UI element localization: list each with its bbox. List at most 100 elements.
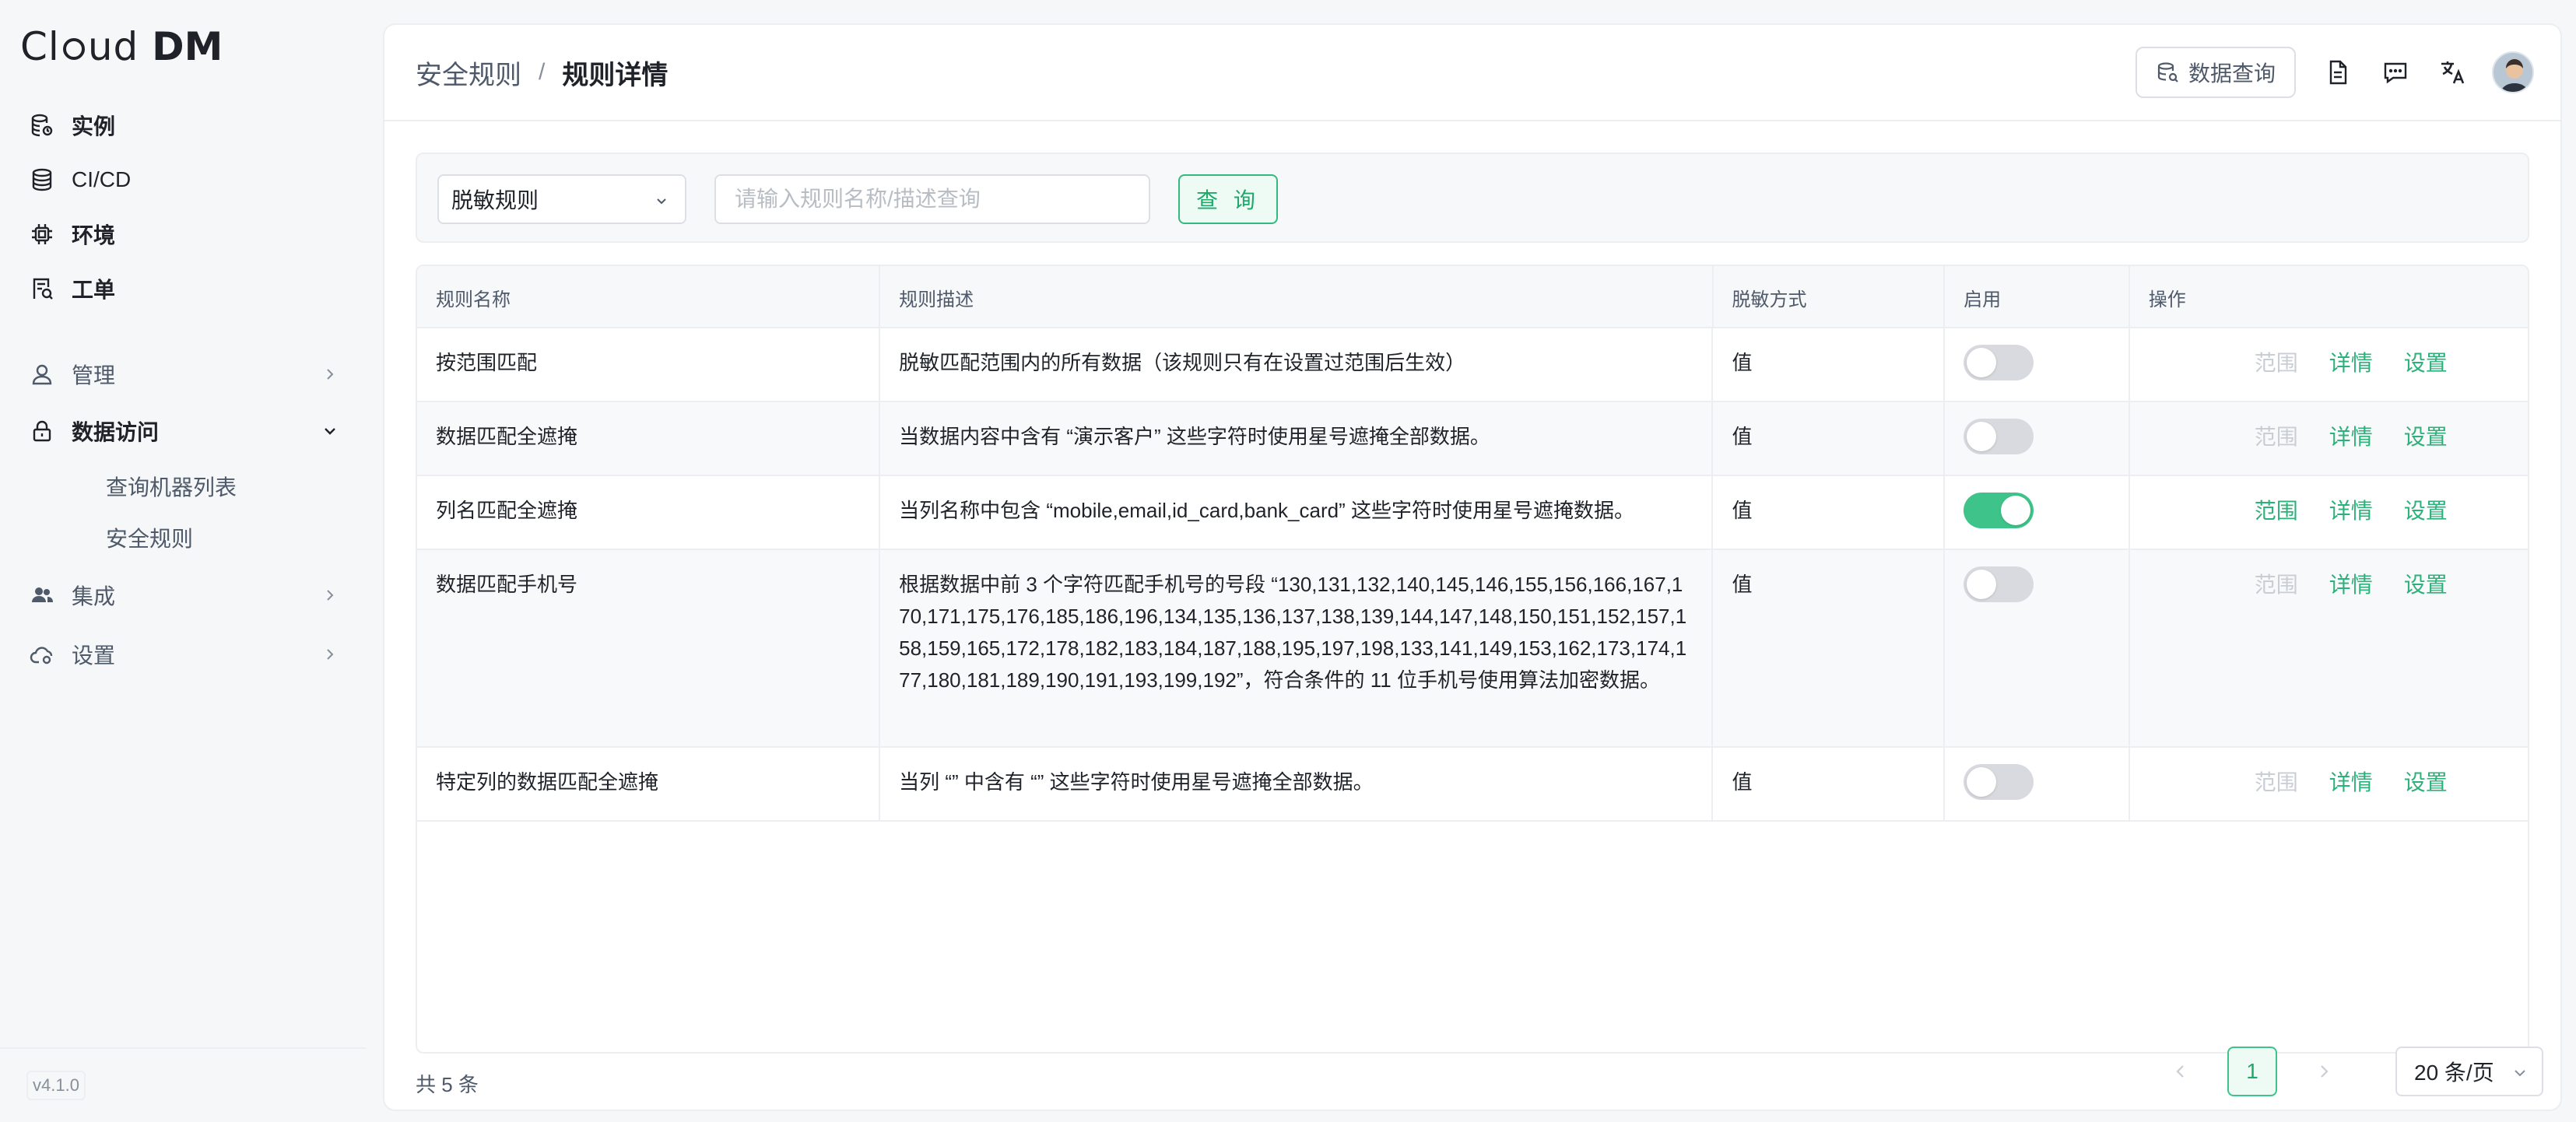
page-number-current[interactable]: 1	[2227, 1047, 2277, 1096]
settings-link[interactable]: 设置	[2404, 347, 2448, 379]
user-icon	[28, 360, 56, 388]
range-link[interactable]: 范围	[2255, 421, 2298, 453]
column-header-actions: 操作	[2148, 289, 2186, 310]
range-link[interactable]: 范围	[2255, 347, 2298, 379]
enable-toggle[interactable]	[1964, 419, 2034, 454]
rule-name-cell: 列名匹配全遮掩	[417, 476, 881, 549]
data-query-button[interactable]: 数据查询	[2135, 47, 2296, 98]
rule-type-select[interactable]: 脱敏规则	[437, 174, 686, 224]
sidebar-item-tickets[interactable]: 工单	[0, 261, 366, 316]
sidebar-item-label: 环境	[72, 223, 116, 247]
column-header-mask-method: 脱敏方式	[1714, 266, 1946, 328]
user-avatar[interactable]	[2492, 51, 2534, 93]
settings-link[interactable]: 设置	[2404, 569, 2448, 601]
rule-desc-cell: 当列名称中包含 “mobile,email,id_card,bank_card”…	[880, 476, 1714, 549]
breadcrumb-separator: /	[539, 59, 546, 85]
sidebar-group-label: 设置	[72, 643, 116, 668]
sidebar-item-label: 工单	[72, 278, 116, 302]
data-query-label: 数据查询	[2188, 61, 2276, 86]
actions-cell: 范围 详情 设置	[2130, 402, 2528, 475]
rule-desc-cell: 根据数据中前 3 个字符匹配手机号的号段 “130,131,132,140,14…	[880, 550, 1714, 746]
table-row: 按范围匹配 脱敏匹配范围内的所有数据（该规则只有在设置过范围后生效） 值 范围 …	[417, 328, 2528, 402]
logo-cloud-o-icon	[62, 38, 85, 60]
total-count: 共 5 条	[416, 1073, 479, 1096]
mask-method-cell: 值	[1713, 748, 1946, 820]
actions-cell: 范围 详情 设置	[2130, 550, 2528, 746]
sidebar-subitem-label: 安全规则	[106, 527, 194, 551]
rule-name-cell: 按范围匹配	[417, 328, 881, 401]
sidebar-group-management[interactable]: 管理	[0, 347, 366, 401]
range-link[interactable]: 范围	[2255, 569, 2298, 601]
range-link[interactable]: 范围	[2255, 766, 2298, 798]
sidebar-group-settings[interactable]: 设置	[0, 627, 366, 682]
filter-bar: 脱敏规则 查 询	[416, 153, 2529, 243]
next-page-icon[interactable]	[2308, 1056, 2339, 1087]
sidebar-item-label: 实例	[72, 114, 116, 138]
chevron-down-icon	[2515, 1070, 2525, 1077]
detail-link[interactable]: 详情	[2329, 569, 2373, 601]
enabled-cell	[1945, 748, 2130, 820]
chevron-right-icon	[327, 369, 334, 380]
version-footer: v4.1.0	[0, 1047, 366, 1122]
sidebar-group-integration[interactable]: 集成	[0, 568, 366, 622]
document-icon[interactable]	[2322, 57, 2353, 88]
enable-toggle[interactable]	[1964, 764, 2034, 800]
enabled-cell	[1945, 476, 2130, 549]
cloud-settings-icon	[28, 640, 56, 668]
breadcrumb-parent[interactable]: 安全规则	[416, 54, 521, 92]
actions-cell: 范围 详情 设置	[2130, 328, 2528, 401]
enable-toggle[interactable]	[1964, 345, 2034, 380]
app-logo[interactable]: Cl ud DM	[20, 23, 223, 70]
sidebar-group-data-access[interactable]: 数据访问	[0, 401, 366, 461]
ticket-icon	[28, 275, 56, 303]
breadcrumb-current: 规则详情	[562, 60, 669, 90]
prev-page-icon[interactable]	[2165, 1056, 2196, 1087]
database-icon	[28, 166, 56, 194]
detail-link[interactable]: 详情	[2329, 495, 2373, 527]
detail-link[interactable]: 详情	[2329, 421, 2373, 453]
sidebar-item-cicd[interactable]: CI/CD	[0, 153, 366, 207]
sidebar-group-label: 数据访问	[72, 420, 160, 444]
enable-toggle[interactable]	[1964, 493, 2034, 528]
sidebar-subitem-label: 查询机器列表	[106, 475, 237, 500]
column-header-rule-name: 规则名称	[417, 266, 881, 328]
page-size-select[interactable]: 20 条/页	[2395, 1047, 2543, 1096]
range-link[interactable]: 范围	[2255, 495, 2298, 527]
rule-name-cell: 数据匹配手机号	[417, 550, 881, 746]
mask-method-cell: 值	[1713, 328, 1946, 401]
enabled-cell	[1945, 402, 2130, 475]
table-row: 列名匹配全遮掩 当列名称中包含 “mobile,email,id_card,ba…	[417, 476, 2528, 550]
database-stack-icon	[28, 111, 56, 139]
table-row: 数据匹配手机号 根据数据中前 3 个字符匹配手机号的号段 “130,131,13…	[417, 550, 2528, 748]
version-badge: v4.1.0	[26, 1071, 86, 1100]
rule-desc-cell: 当数据内容中含有 “演示客户” 这些字符时使用星号遮掩全部数据。	[880, 402, 1714, 475]
sidebar-nav: 实例 CI/CD 环境 工单 管理 数据访问 查询机器列表 安全规则 集成 设置	[0, 98, 366, 682]
sidebar-subitem-security-rules[interactable]: 安全规则	[0, 512, 366, 563]
chip-icon	[28, 220, 56, 248]
detail-link[interactable]: 详情	[2329, 347, 2373, 379]
chevron-down-icon	[657, 198, 666, 205]
query-button[interactable]: 查 询	[1178, 174, 1278, 224]
enable-toggle[interactable]	[1964, 566, 2034, 602]
sidebar-subitem-query-machines[interactable]: 查询机器列表	[0, 461, 366, 512]
rule-type-select-value: 脱敏规则	[451, 188, 539, 212]
detail-link[interactable]: 详情	[2329, 766, 2373, 798]
rule-search-input[interactable]	[714, 174, 1150, 224]
actions-cell: 范围 详情 设置	[2130, 476, 2528, 549]
sidebar-item-environment[interactable]: 环境	[0, 207, 366, 261]
table-row: 数据匹配全遮掩 当数据内容中含有 “演示客户” 这些字符时使用星号遮掩全部数据。…	[417, 402, 2528, 476]
mask-method-cell: 值	[1713, 402, 1946, 475]
rule-name-cell: 数据匹配全遮掩	[417, 402, 881, 475]
translate-icon[interactable]	[2437, 57, 2469, 88]
chevron-right-icon	[327, 590, 334, 601]
settings-link[interactable]: 设置	[2404, 766, 2448, 798]
sidebar-group-label: 管理	[72, 363, 116, 387]
page-size-value: 20 条/页	[2414, 1061, 2494, 1085]
settings-link[interactable]: 设置	[2404, 495, 2448, 527]
page-header: 安全规则 / 规则详情 数据查询	[384, 25, 2560, 121]
message-icon[interactable]	[2380, 57, 2411, 88]
table-row: 特定列的数据匹配全遮掩 当列 “” 中含有 “” 这些字符时使用星号遮掩全部数据…	[417, 748, 2528, 822]
settings-link[interactable]: 设置	[2404, 421, 2448, 453]
lock-icon	[28, 417, 56, 445]
sidebar-item-instances[interactable]: 实例	[0, 98, 366, 153]
